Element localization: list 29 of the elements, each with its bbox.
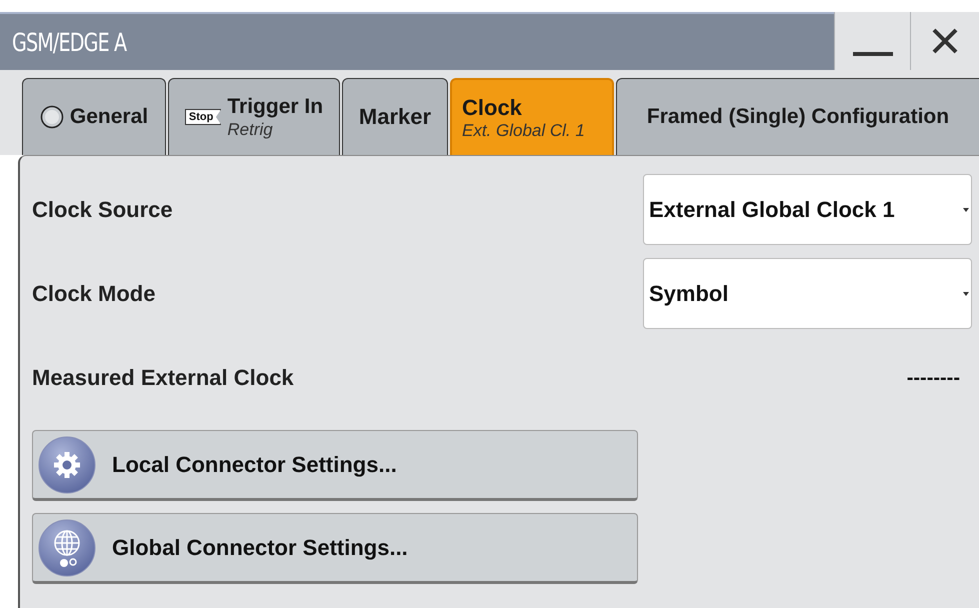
close-icon (931, 27, 959, 55)
tab[interactable]: Framed (Single) Configuration (616, 78, 979, 155)
tab[interactable]: Stop Trigger In Retrig (168, 78, 340, 155)
gear-icon (38, 436, 96, 494)
tab-label: Framed (Single) Configuration (646, 104, 950, 130)
caret-icon (963, 292, 969, 296)
window-title: GSM/EDGE A (12, 28, 126, 56)
setting-value: -------- (906, 366, 960, 390)
stop-icon: Stop (184, 109, 222, 125)
settings-button[interactable]: Global Connector Settings... (32, 513, 638, 584)
tab[interactable]: Clock Ext. Global Cl. 1 (450, 78, 614, 155)
tab[interactable]: General (22, 78, 166, 155)
tab-label: Clock (462, 94, 523, 120)
globe-gears-icon (38, 518, 96, 576)
tab-sublabel: Retrig (227, 120, 274, 140)
tab-label: Marker (358, 104, 432, 130)
minimize-icon (852, 52, 892, 56)
dropdown[interactable]: External Global Clock 1 (643, 174, 972, 245)
caret-icon (963, 208, 969, 212)
tab-label: General (70, 104, 148, 130)
tab-label: Trigger In (227, 94, 324, 120)
setting-label: Clock Source (32, 196, 173, 222)
led-icon (40, 105, 64, 129)
dropdown[interactable]: Symbol (643, 258, 972, 329)
settings-button[interactable]: Local Connector Settings... (32, 430, 638, 501)
tab-sublabel: Ext. Global Cl. 1 (462, 120, 585, 140)
tab[interactable]: Marker (342, 78, 448, 155)
setting-label: Clock Mode (32, 280, 156, 306)
setting-label: Measured External Clock (32, 365, 294, 391)
